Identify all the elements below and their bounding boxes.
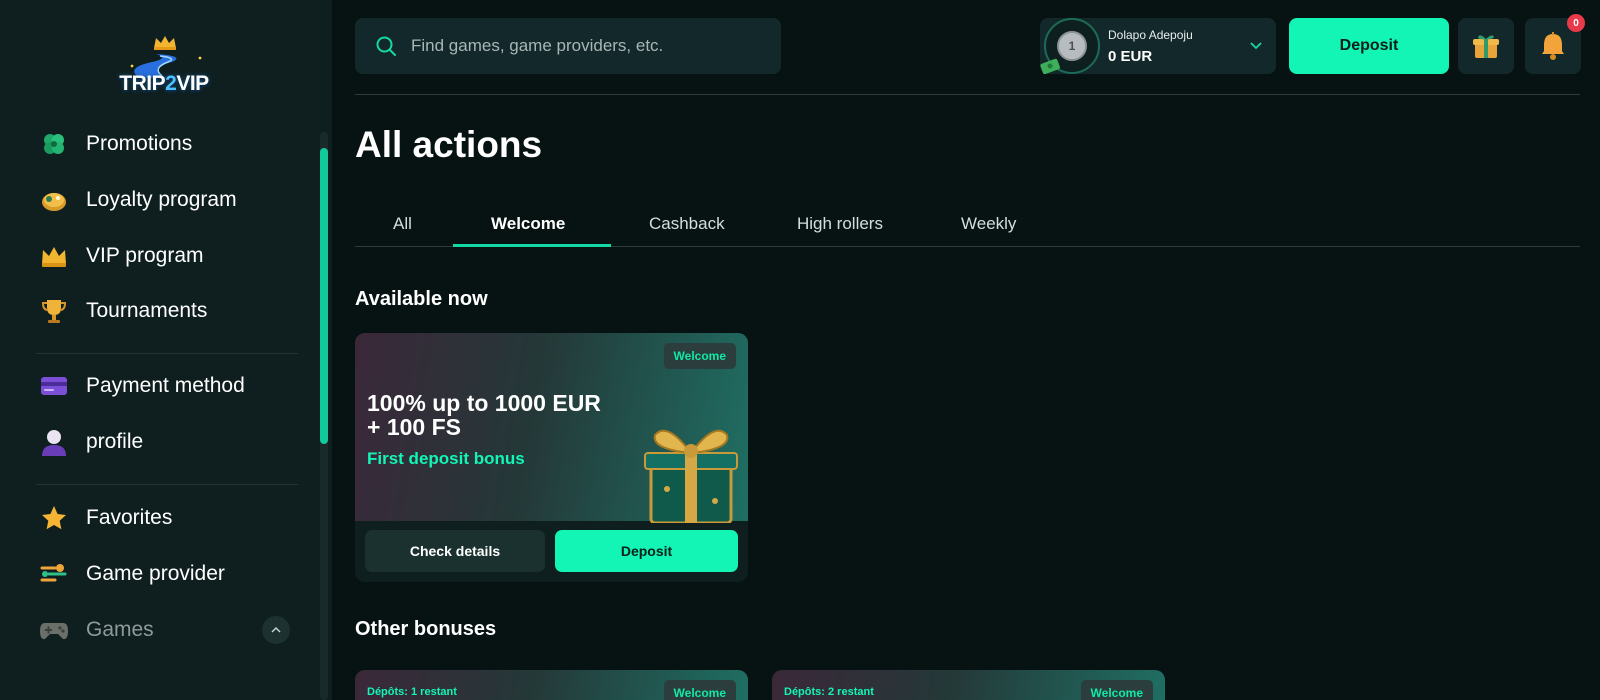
- sidebar-item-label: Game provider: [86, 562, 225, 585]
- account-dropdown[interactable]: 1 Dolapo Adepoju 0 EUR: [1040, 18, 1276, 74]
- cash-icon: [1040, 58, 1060, 74]
- sidebar-item-loyalty-program[interactable]: Loyalty program: [36, 180, 298, 220]
- gift-button[interactable]: [1458, 18, 1514, 74]
- sidebar-item-label: Tournaments: [86, 299, 208, 322]
- search-input[interactable]: [411, 36, 771, 56]
- gamepad-icon: [38, 614, 70, 646]
- deposits-remaining: Dépôts: 2 restant: [784, 686, 874, 698]
- bonus-card: Welcome 100% up to 1000 EUR + 100 FS Fir…: [355, 333, 748, 582]
- bonus-headline-line: 100% up to 1000 EUR: [367, 390, 601, 416]
- sidebar-item-label: VIP program: [86, 244, 204, 267]
- sidebar-item-label: profile: [86, 430, 144, 453]
- card-icon: [38, 370, 70, 402]
- bonus-tag-badge: Welcome: [663, 343, 736, 369]
- user-icon: [38, 426, 70, 458]
- active-tab-indicator: [453, 244, 611, 247]
- deposits-remaining: Dépôts: 1 restant: [367, 686, 457, 698]
- sidebar-scrollbar-thumb[interactable]: [320, 148, 328, 444]
- header-divider: [355, 94, 1580, 95]
- sidebar-item-promotions[interactable]: Promotions: [36, 124, 298, 164]
- chevron-up-icon: [271, 626, 281, 633]
- bonus-deposit-button[interactable]: Deposit: [555, 530, 738, 572]
- bonus-tag-badge: Welcome: [663, 680, 736, 700]
- tab-all[interactable]: All: [393, 214, 412, 234]
- bonus-tag-badge: Welcome: [1080, 680, 1153, 700]
- account-name: Dolapo Adepoju: [1108, 28, 1193, 42]
- trip2vip-logo[interactable]: TRIP2VIP: [112, 34, 216, 98]
- logo-wordmark: TRIP2VIP: [119, 72, 209, 95]
- sidebar-item-game-provider[interactable]: Game provider: [36, 554, 298, 594]
- search-icon: [376, 36, 396, 56]
- tab-welcome[interactable]: Welcome: [491, 214, 565, 234]
- sidebar-item-favorites[interactable]: Favorites: [36, 498, 298, 538]
- sidebar-item-vip-program[interactable]: VIP program: [36, 236, 298, 276]
- sidebar-item-games[interactable]: Games: [36, 610, 298, 650]
- trophy-icon: [38, 295, 70, 327]
- games-collapse-button[interactable]: [262, 616, 290, 644]
- sidebar-item-label: Games: [86, 618, 154, 641]
- other-bonuses-heading: Other bonuses: [355, 618, 497, 640]
- clover-icon: [38, 128, 70, 160]
- tab-weekly[interactable]: Weekly: [961, 214, 1016, 234]
- sidebar-item-label: Promotions: [86, 132, 193, 155]
- sidebar-item-label: Loyalty program: [86, 188, 237, 211]
- other-bonus-card[interactable]: Dépôts: 2 restant Welcome: [772, 670, 1165, 700]
- provider-icon: [38, 558, 70, 590]
- crown-icon: [38, 240, 70, 272]
- tab-cashback[interactable]: Cashback: [649, 214, 725, 234]
- account-balance: 0 EUR: [1108, 48, 1153, 65]
- bell-icon: [1542, 32, 1564, 60]
- bonus-headline: 100% up to 1000 EUR + 100 FS: [367, 391, 647, 439]
- check-details-button[interactable]: Check details: [365, 530, 545, 572]
- page-title: All actions: [355, 124, 543, 165]
- sidebar-item-label: Favorites: [86, 506, 173, 529]
- notification-count-badge: 0: [1567, 14, 1585, 32]
- bonus-subtitle: First deposit bonus: [367, 449, 525, 468]
- search-bar[interactable]: [355, 18, 781, 74]
- gift-box-illustration: [644, 429, 738, 523]
- deposit-button[interactable]: Deposit: [1289, 18, 1449, 74]
- sidebar-item-label: Payment method: [86, 374, 245, 397]
- tab-high-rollers[interactable]: High rollers: [797, 214, 883, 234]
- other-bonus-card[interactable]: Dépôts: 1 restant Welcome: [355, 670, 748, 700]
- gift-icon: [1473, 35, 1499, 58]
- sidebar-divider: [36, 353, 298, 354]
- sidebar-item-profile[interactable]: profile: [36, 422, 298, 462]
- level-coin-icon: 1: [1057, 31, 1087, 61]
- star-icon: [38, 502, 70, 534]
- chevron-down-icon: [1250, 42, 1262, 50]
- sidebar: TRIP2VIP Promotions Loyalty program VIP …: [0, 0, 332, 700]
- bonus-tabs: All Welcome Cashback High rollers Weekly: [355, 200, 1580, 247]
- loyalty-coin-icon: [38, 184, 70, 216]
- bonus-headline-line: + 100 FS: [367, 414, 461, 440]
- sidebar-item-tournaments[interactable]: Tournaments: [36, 291, 298, 331]
- available-now-heading: Available now: [355, 288, 488, 310]
- sidebar-divider: [36, 484, 298, 485]
- sidebar-item-payment-method[interactable]: Payment method: [36, 366, 298, 406]
